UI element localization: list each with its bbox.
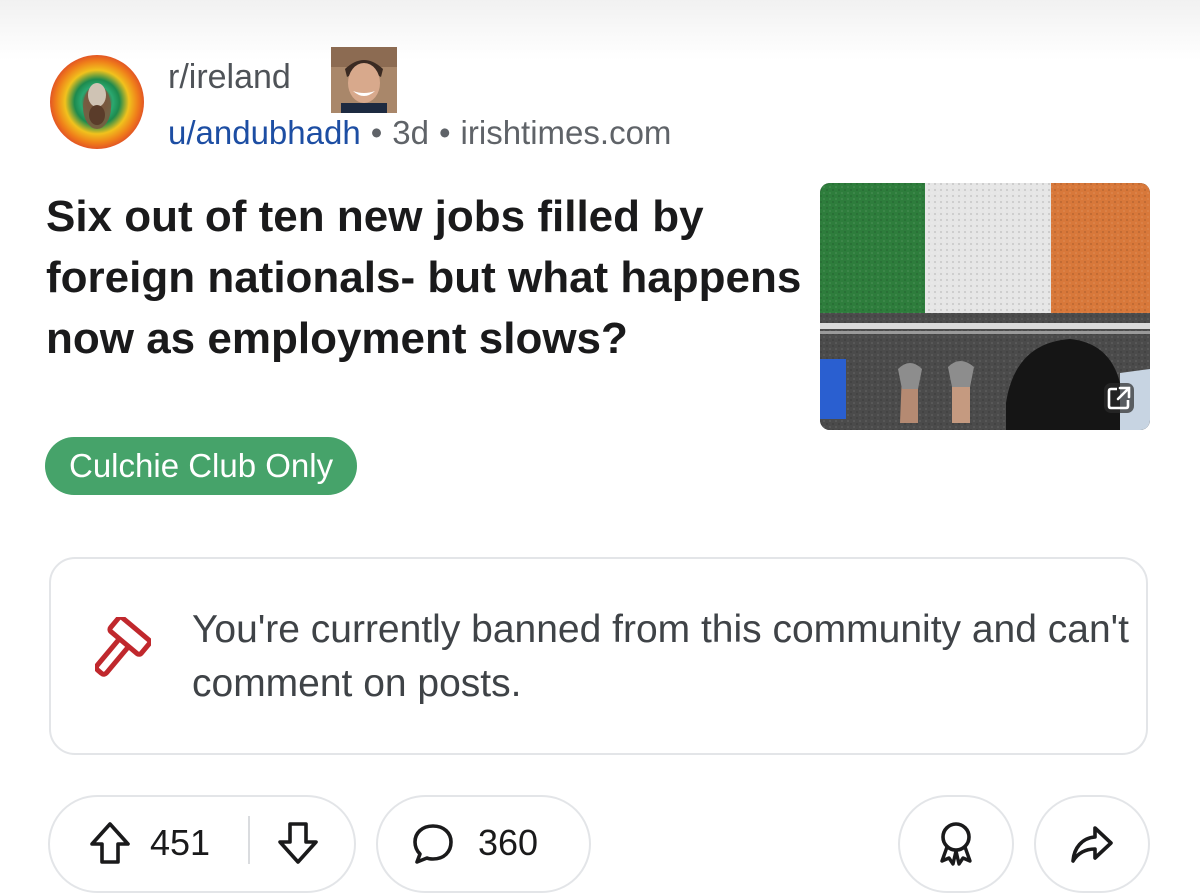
- external-link-icon: [1107, 386, 1131, 410]
- meta-separator: •: [438, 114, 451, 151]
- post-domain[interactable]: irishtimes.com: [461, 114, 672, 151]
- banned-notice-text: You're currently banned from this commun…: [192, 608, 1129, 705]
- post-meta: u/andubhadh • 3d • irishtimes.com: [168, 114, 671, 152]
- comment-count: 360: [478, 822, 539, 863]
- subreddit-name[interactable]: r/ireland: [168, 58, 291, 97]
- award-icon: [940, 822, 972, 866]
- gavel-icon: [95, 617, 151, 677]
- post-flair[interactable]: Culchie Club Only: [45, 437, 358, 495]
- upvote-arrow-icon[interactable]: [88, 820, 132, 866]
- post-thumbnail[interactable]: [820, 183, 1150, 430]
- user-avatar[interactable]: [331, 47, 397, 113]
- post-title[interactable]: Six out of ten new jobs filled by foreig…: [46, 186, 806, 369]
- author-link[interactable]: u/andubhadh: [168, 114, 361, 151]
- subreddit-avatar[interactable]: [50, 55, 144, 149]
- post-age: 3d: [392, 114, 429, 151]
- upvote-count: 451: [150, 822, 211, 863]
- share-arrow-icon: [1071, 826, 1113, 863]
- top-shade: [0, 0, 1200, 60]
- vote-divider: [248, 816, 250, 864]
- comment-bubble-icon: [413, 824, 453, 864]
- downvote-arrow-icon[interactable]: [276, 820, 320, 866]
- meta-separator: •: [370, 114, 383, 151]
